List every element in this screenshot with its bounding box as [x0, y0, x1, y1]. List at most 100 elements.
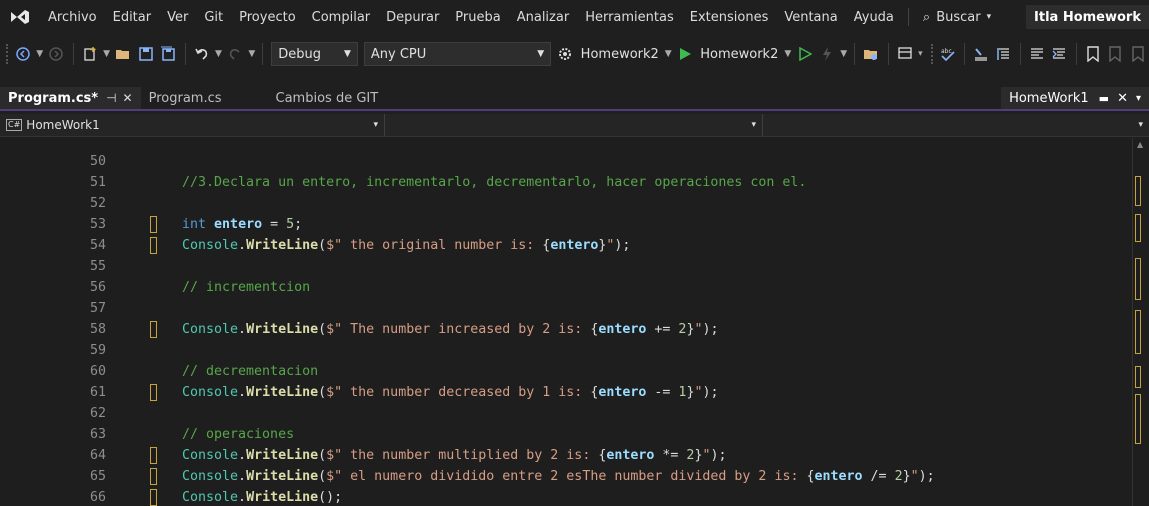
undo-icon[interactable]	[191, 43, 212, 65]
start-debugging-button[interactable]: Homework2	[696, 47, 782, 62]
code-line[interactable]: 59	[0, 340, 1132, 361]
line-number: 56	[89, 280, 106, 295]
save-icon[interactable]	[136, 43, 157, 65]
chevron-down-icon[interactable]: ▼	[784, 49, 791, 59]
hot-reload-icon[interactable]	[817, 43, 838, 65]
search-box[interactable]: ⌕ Buscar ▾	[915, 10, 999, 25]
code-line[interactable]: 57	[0, 298, 1132, 319]
code-editor[interactable]: 50 51 //3.Declara un entero, incrementarlo…	[0, 138, 1132, 506]
code-text[interactable]: Console.WriteLine($" the original number…	[182, 235, 630, 256]
format-document-icon[interactable]	[971, 43, 992, 65]
code-text[interactable]: Console.WriteLine($" el numero dividido …	[182, 466, 935, 487]
code-text[interactable]: // incrementcion	[182, 277, 310, 298]
uncomment-icon[interactable]	[1049, 43, 1070, 65]
chevron-down-icon[interactable]: ▼	[248, 49, 255, 59]
code-line[interactable]: 58 Console.WriteLine($" The number increa…	[0, 319, 1132, 340]
line-number: 61	[89, 385, 106, 400]
save-all-icon[interactable]	[158, 43, 179, 65]
menu-item-analizar[interactable]: Analizar	[509, 10, 577, 25]
tab-program-cs[interactable]: Program.cs	[141, 87, 230, 109]
code-line[interactable]: 65 Console.WriteLine($" el numero dividid…	[0, 466, 1132, 487]
code-text[interactable]: //3.Declara un entero, incrementarlo, de…	[182, 172, 806, 193]
menu-item-herramientas[interactable]: Herramientas	[577, 10, 682, 25]
gear-icon[interactable]	[555, 43, 576, 65]
menu-item-proyecto[interactable]: Proyecto	[231, 10, 304, 25]
chevron-down-icon[interactable]: ▼	[665, 49, 672, 59]
menu-item-ver[interactable]: Ver	[159, 10, 196, 25]
menu-item-archivo[interactable]: Archivo	[40, 10, 105, 25]
chevron-down-icon[interactable]: ▾	[1136, 93, 1141, 104]
chevron-down-icon[interactable]: ▼	[36, 49, 43, 59]
menu-item-extensiones[interactable]: Extensiones	[682, 10, 777, 25]
chevron-down-icon[interactable]: ▼	[840, 49, 847, 59]
close-icon[interactable]: ✕	[123, 91, 133, 105]
align-icon[interactable]	[993, 43, 1014, 65]
code-text[interactable]: // operaciones	[182, 424, 294, 445]
redo-icon[interactable]	[225, 43, 246, 65]
open-folder-icon[interactable]	[113, 43, 134, 65]
vertical-scrollbar[interactable]: ▲	[1132, 138, 1149, 506]
tab-git-changes[interactable]: Cambios de GIT	[268, 87, 387, 109]
code-line[interactable]: 62	[0, 403, 1132, 424]
menu-item-git[interactable]: Git	[196, 10, 231, 25]
new-project-icon[interactable]	[80, 43, 101, 65]
configuration-select[interactable]: Debug ▼	[271, 42, 358, 66]
code-line[interactable]: 66 Console.WriteLine();	[0, 487, 1132, 506]
tab-program-cs-modified[interactable]: Program.cs* ⊣ ✕	[0, 87, 141, 109]
menu-item-editar[interactable]: Editar	[105, 10, 160, 25]
code-line[interactable]: 55	[0, 256, 1132, 277]
code-text[interactable]: Console.WriteLine($" the number multipli…	[182, 445, 726, 466]
startup-project-select[interactable]: Homework2	[577, 47, 663, 62]
code-text[interactable]: int entero = 5;	[182, 214, 302, 235]
menu-item-depurar[interactable]: Depurar	[378, 10, 447, 25]
visual-studio-logo-icon[interactable]	[0, 0, 40, 34]
line-number: 55	[89, 259, 106, 274]
code-line[interactable]: 63 // operaciones	[0, 424, 1132, 445]
code-line[interactable]: 53 int entero = 5;	[0, 214, 1132, 235]
code-text[interactable]: Console.WriteLine($" the number decrease…	[182, 382, 718, 403]
spell-check-icon[interactable]: abc	[937, 43, 958, 65]
toolbar-grip[interactable]	[930, 44, 937, 64]
code-line[interactable]: 64 Console.WriteLine($" the number multip…	[0, 445, 1132, 466]
solution-name[interactable]: Itla Homework	[1026, 5, 1149, 29]
bookmark-previous-icon[interactable]	[1105, 43, 1126, 65]
play-icon[interactable]	[675, 43, 696, 65]
code-line[interactable]: 51 //3.Declara un entero, incrementarlo, …	[0, 172, 1132, 193]
bookmark-icon[interactable]	[1083, 43, 1104, 65]
project-dropdown[interactable]: C# HomeWork1 ▾	[0, 113, 385, 136]
scrollbar-change-marker	[1135, 310, 1141, 354]
chevron-down-icon[interactable]: ▼	[103, 49, 110, 59]
chevron-down-icon: ▾	[751, 119, 756, 130]
code-line[interactable]: 50	[0, 151, 1132, 172]
menu-item-compilar[interactable]: Compilar	[304, 10, 378, 25]
code-text[interactable]: // decrementacion	[182, 361, 318, 382]
chevron-down-icon[interactable]: ▾	[918, 49, 923, 59]
comment-icon[interactable]	[1027, 43, 1048, 65]
code-text[interactable]: Console.WriteLine();	[182, 487, 342, 506]
code-line[interactable]: 54 Console.WriteLine($" the original numb…	[0, 235, 1132, 256]
pin-icon[interactable]: ⊣	[106, 91, 116, 105]
window-layout-icon[interactable]	[895, 43, 916, 65]
navigate-forward-icon[interactable]	[46, 43, 67, 65]
navigate-back-icon[interactable]	[13, 43, 34, 65]
menu-item-ayuda[interactable]: Ayuda	[846, 10, 902, 25]
type-dropdown[interactable]: ▾	[385, 113, 763, 136]
bookmark-next-icon[interactable]	[1128, 43, 1149, 65]
platform-select[interactable]: Any CPU ▼	[363, 42, 552, 66]
code-line[interactable]: 60 // decrementacion	[0, 361, 1132, 382]
menu-item-prueba[interactable]: Prueba	[447, 10, 508, 25]
code-line[interactable]: 52	[0, 193, 1132, 214]
code-line[interactable]: 61 Console.WriteLine($" the number decrea…	[0, 382, 1132, 403]
toolbar-grip[interactable]	[6, 44, 12, 64]
menu-item-ventana[interactable]: Ventana	[776, 10, 845, 25]
tab-homework1[interactable]: HomeWork1 ▬ ✕ ▾	[1001, 87, 1149, 109]
chevron-down-icon[interactable]: ▼	[215, 49, 222, 59]
member-dropdown[interactable]: ▾	[763, 113, 1149, 136]
scroll-up-arrow[interactable]: ▲	[1137, 140, 1143, 149]
code-text[interactable]: Console.WriteLine($" The number increase…	[182, 319, 718, 340]
browse-icon[interactable]	[861, 43, 882, 65]
start-without-debugging-icon[interactable]	[794, 43, 815, 65]
pin-icon[interactable]: ▬	[1099, 92, 1109, 105]
code-line[interactable]: 56 // incrementcion	[0, 277, 1132, 298]
close-icon[interactable]: ✕	[1117, 91, 1128, 106]
